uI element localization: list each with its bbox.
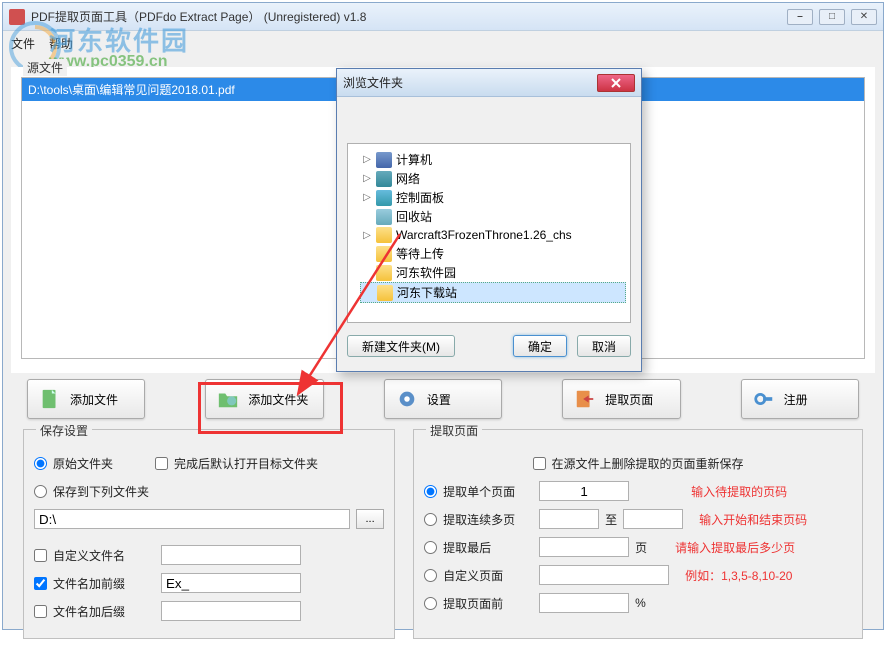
label-to: 至 xyxy=(605,511,617,528)
radio-last[interactable] xyxy=(424,541,437,554)
extract-page-button[interactable]: 提取页面 xyxy=(562,379,680,419)
radio-original-folder[interactable] xyxy=(34,457,47,470)
label-resave: 在源文件上删除提取的页面重新保存 xyxy=(552,455,744,472)
tree-folder-upload[interactable]: 等待上传 xyxy=(360,244,626,263)
cancel-button[interactable]: 取消 xyxy=(577,335,631,357)
range-from-input[interactable] xyxy=(539,509,599,529)
folder-tree[interactable]: ▷计算机 ▷网络 ▷控制面板 回收站 ▷Warcraft3FrozenThron… xyxy=(347,143,631,323)
label-before: 提取页面前 xyxy=(443,595,533,612)
tree-folder-download-selected[interactable]: 河东下载站 xyxy=(360,282,626,303)
folder-icon xyxy=(216,387,240,411)
label-single: 提取单个页面 xyxy=(443,483,533,500)
radio-before[interactable] xyxy=(424,597,437,610)
radio-custom[interactable] xyxy=(424,569,437,582)
browse-button[interactable]: ... xyxy=(356,509,384,529)
label-range: 提取连续多页 xyxy=(443,511,533,528)
label-custom: 自定义页面 xyxy=(443,567,533,584)
custom-input[interactable] xyxy=(539,565,669,585)
hint-range: 输入开始和结束页码 xyxy=(699,511,807,528)
extract-icon xyxy=(573,387,597,411)
gear-icon xyxy=(395,387,419,411)
key-icon xyxy=(752,387,776,411)
settings-button[interactable]: 设置 xyxy=(384,379,502,419)
folder-icon xyxy=(377,285,393,301)
close-icon xyxy=(611,78,621,88)
radio-single-page[interactable] xyxy=(424,485,437,498)
extract-group-label: 提取页面 xyxy=(426,422,482,439)
recycle-icon xyxy=(376,209,392,225)
source-group-label: 源文件 xyxy=(23,59,67,76)
label-save-to: 保存到下列文件夹 xyxy=(53,483,149,500)
suffix-input[interactable] xyxy=(161,601,301,621)
new-folder-button[interactable]: 新建文件夹(M) xyxy=(347,335,455,357)
dialog-titlebar: 浏览文件夹 xyxy=(337,69,641,97)
tree-network[interactable]: ▷网络 xyxy=(360,169,626,188)
last-input[interactable] xyxy=(539,537,629,557)
label-pages: 页 xyxy=(635,539,647,556)
prefix-input[interactable] xyxy=(161,573,301,593)
chk-auto-open[interactable] xyxy=(155,457,168,470)
tree-folder-warcraft[interactable]: ▷Warcraft3FrozenThrone1.26_chs xyxy=(360,226,626,244)
chk-resave[interactable] xyxy=(533,457,546,470)
extract-page-group: 提取页面 在源文件上删除提取的页面重新保存 提取单个页面 输入待提取的页码 提取… xyxy=(413,429,863,639)
radio-range[interactable] xyxy=(424,513,437,526)
label-original-folder: 原始文件夹 xyxy=(53,455,113,472)
tree-computer[interactable]: ▷计算机 xyxy=(360,150,626,169)
tree-recycle[interactable]: 回收站 xyxy=(360,207,626,226)
range-to-input[interactable] xyxy=(623,509,683,529)
computer-icon xyxy=(376,152,392,168)
dialog-title: 浏览文件夹 xyxy=(343,74,597,91)
dialog-close-button[interactable] xyxy=(597,74,635,92)
label-percent: % xyxy=(635,596,646,610)
custom-name-input[interactable] xyxy=(161,545,301,565)
folder-icon xyxy=(376,227,392,243)
dialog-buttons: 新建文件夹(M) 确定 取消 xyxy=(337,329,641,363)
network-icon xyxy=(376,171,392,187)
chk-prefix[interactable] xyxy=(34,577,47,590)
single-page-input[interactable] xyxy=(539,481,629,501)
label-auto-open: 完成后默认打开目标文件夹 xyxy=(174,455,318,472)
minimize-button[interactable]: ⎯ xyxy=(787,9,813,25)
folder-icon xyxy=(376,265,392,281)
maximize-button[interactable]: □ xyxy=(819,9,845,25)
browse-folder-dialog: 浏览文件夹 ▷计算机 ▷网络 ▷控制面板 回收站 ▷Warcraft3Froze… xyxy=(336,68,642,372)
chk-suffix[interactable] xyxy=(34,605,47,618)
path-input[interactable] xyxy=(34,509,350,529)
ok-button[interactable]: 确定 xyxy=(513,335,567,357)
control-panel-icon xyxy=(376,190,392,206)
hint-single: 输入待提取的页码 xyxy=(691,483,787,500)
app-icon xyxy=(9,9,25,25)
tree-control-panel[interactable]: ▷控制面板 xyxy=(360,188,626,207)
close-button[interactable]: ✕ xyxy=(851,9,877,25)
chk-custom-name[interactable] xyxy=(34,549,47,562)
add-file-button[interactable]: 添加文件 xyxy=(27,379,145,419)
save-group-label: 保存设置 xyxy=(36,422,92,439)
hint-custom: 例如：1,3,5-8,10-20 xyxy=(685,567,792,584)
toolbar: 添加文件 添加文件夹 设置 提取页面 注册 xyxy=(11,373,875,425)
add-folder-button[interactable]: 添加文件夹 xyxy=(205,379,323,419)
radio-save-to[interactable] xyxy=(34,485,47,498)
register-button[interactable]: 注册 xyxy=(741,379,859,419)
tree-folder-hedong[interactable]: 河东软件园 xyxy=(360,263,626,282)
label-prefix: 文件名加前缀 xyxy=(53,575,125,592)
save-settings-group: 保存设置 原始文件夹 完成后默认打开目标文件夹 保存到下列文件夹 ... xyxy=(23,429,395,639)
file-icon xyxy=(38,387,62,411)
before-input[interactable] xyxy=(539,593,629,613)
hint-last: 请输入提取最后多少页 xyxy=(675,539,795,556)
label-suffix: 文件名加后缀 xyxy=(53,603,125,620)
label-last: 提取最后 xyxy=(443,539,533,556)
folder-icon xyxy=(376,246,392,262)
label-custom-name: 自定义文件名 xyxy=(53,547,125,564)
